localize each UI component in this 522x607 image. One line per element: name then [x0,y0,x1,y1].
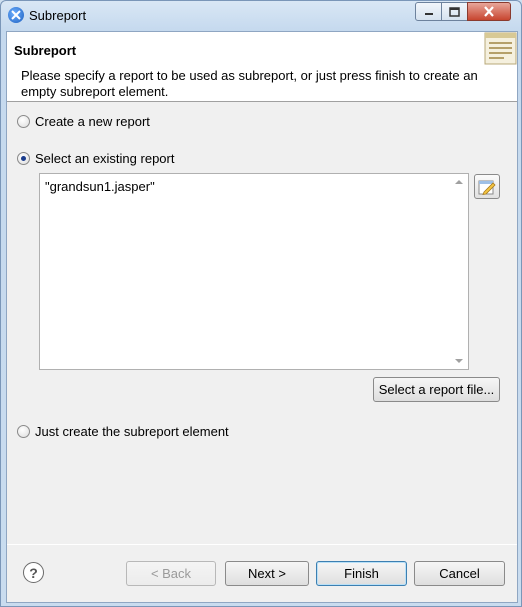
page-description: Please specify a report to be used as su… [21,68,478,99]
expression-editor-button[interactable] [474,174,500,199]
dialog-client-area: Subreport Please specify a report to be … [6,31,518,603]
wizard-banner-icon [484,32,517,66]
expression-editor-icon [478,180,496,195]
vertical-scrollbar[interactable] [451,174,468,369]
next-button[interactable]: Next > [225,561,309,586]
just-create-label: Just create the subreport element [35,424,229,439]
scroll-down-icon[interactable] [455,359,463,363]
subreport-expression-field[interactable]: "grandsun1.jasper" [39,173,469,370]
minimize-button[interactable] [415,2,442,21]
finish-button[interactable]: Finish [316,561,407,586]
scroll-up-icon[interactable] [455,180,463,184]
title-bar[interactable]: Subreport [1,1,521,29]
footer-separator [7,544,517,545]
option-create-new[interactable]: Create a new report [17,114,150,129]
select-existing-radio[interactable] [17,152,30,165]
just-create-radio[interactable] [17,425,30,438]
app-icon [8,7,24,23]
create-new-radio[interactable] [17,115,30,128]
option-select-existing[interactable]: Select an existing report [17,151,174,166]
option-just-create[interactable]: Just create the subreport element [17,424,229,439]
window-title: Subreport [29,8,87,23]
maximize-button[interactable] [441,2,468,21]
close-button[interactable] [467,2,511,21]
subreport-dialog: Subreport Subreport Please specify a rep… [0,0,522,607]
page-title: Subreport [14,43,77,58]
help-icon[interactable]: ? [23,562,44,583]
select-existing-label: Select an existing report [35,151,175,166]
select-report-file-button[interactable]: Select a report file... [373,377,500,402]
cancel-button[interactable]: Cancel [414,561,505,586]
wizard-header: Subreport Please specify a report to be … [7,32,517,102]
create-new-label: Create a new report [35,114,150,129]
subreport-expression-value: "grandsun1.jasper" [45,179,155,194]
back-button[interactable]: < Back [126,561,216,586]
